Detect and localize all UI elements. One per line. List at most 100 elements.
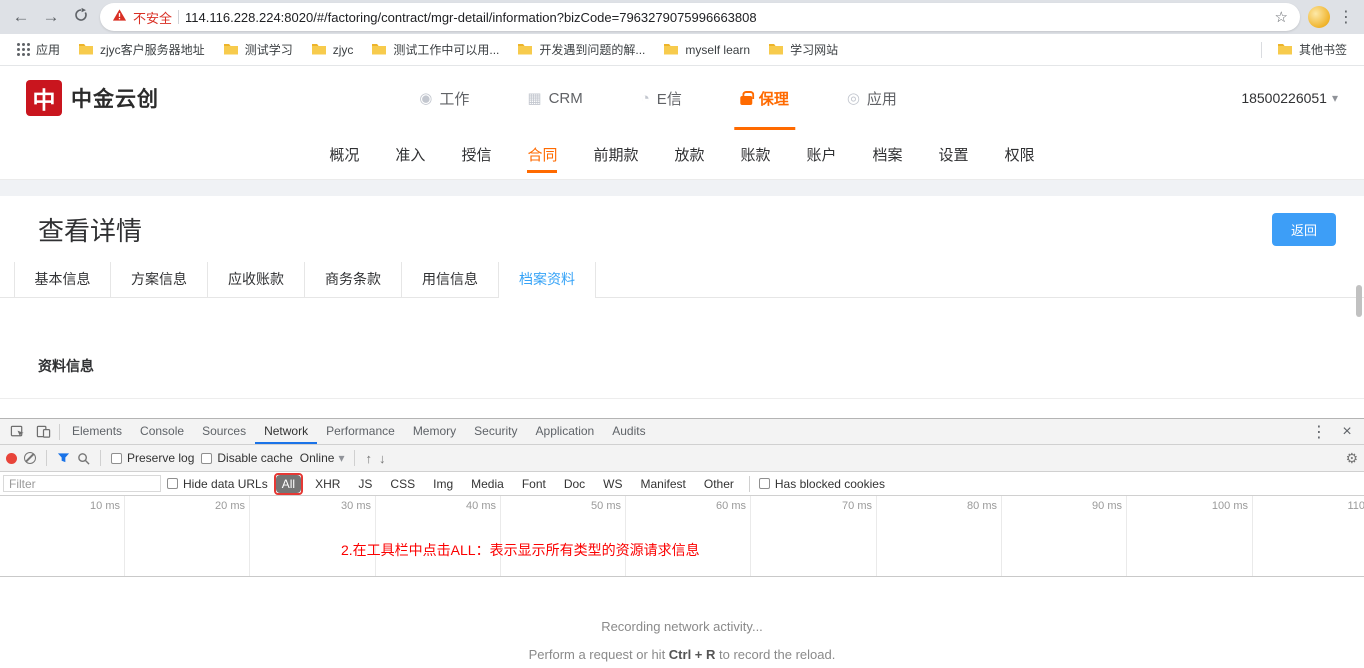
hide-data-urls-label[interactable]: Hide data URLs: [183, 477, 268, 491]
back-button[interactable]: 返回: [1271, 212, 1336, 246]
nav-item-apps[interactable]: 应用: [847, 66, 897, 130]
bookmark-folder[interactable]: zjyc客户服务器地址: [71, 38, 212, 61]
filter-pill-css[interactable]: CSS: [384, 475, 421, 493]
network-filter-input[interactable]: [3, 475, 161, 492]
folder-icon: [78, 42, 94, 58]
devtools-divider: [59, 423, 60, 440]
timeline-tick: 110: [1347, 500, 1364, 512]
devtools-menu-icon[interactable]: [1306, 422, 1332, 442]
filter-pill-all[interactable]: All: [275, 474, 302, 493]
nav-item-crm[interactable]: CRM: [527, 66, 583, 130]
bookmark-folder[interactable]: 开发遇到问题的解...: [510, 38, 652, 61]
devtools-tab-elements[interactable]: Elements: [63, 419, 131, 444]
work-icon: [419, 89, 432, 107]
network-timeline[interactable]: 10 ms 20 ms 30 ms 40 ms 50 ms 60 ms 70 m…: [0, 496, 1364, 577]
devtools-tab-performance[interactable]: Performance: [317, 419, 404, 444]
nav-item-work[interactable]: 工作: [419, 66, 469, 130]
filter-pill-ws[interactable]: WS: [597, 475, 628, 493]
devtools-tab-sources[interactable]: Sources: [193, 419, 255, 444]
devtools-tab-application[interactable]: Application: [527, 419, 604, 444]
security-label[interactable]: 不安全: [133, 8, 172, 27]
forward-icon[interactable]: [40, 7, 62, 27]
filter-pill-img[interactable]: Img: [427, 475, 459, 493]
other-bookmarks[interactable]: 其他书签: [1270, 38, 1354, 61]
devtools-close-icon[interactable]: [1334, 423, 1360, 441]
filter-pill-manifest[interactable]: Manifest: [635, 475, 692, 493]
hide-data-urls-checkbox[interactable]: [167, 478, 178, 489]
devtools-tab-console[interactable]: Console: [131, 419, 193, 444]
network-settings-icon[interactable]: [1345, 450, 1358, 467]
timeline-tick: 90 ms: [1092, 500, 1122, 512]
nav-item-exin[interactable]: E信: [641, 66, 682, 130]
security-warning-icon[interactable]: [112, 8, 127, 27]
tab-business-terms[interactable]: 商务条款: [305, 262, 402, 297]
sub-nav-admission[interactable]: 准入: [395, 130, 425, 179]
bookmark-folder[interactable]: myself learn: [656, 39, 757, 61]
bookmark-folder[interactable]: 测试学习: [216, 38, 300, 61]
browser-menu-icon[interactable]: [1338, 7, 1354, 27]
apps-shortcut[interactable]: 应用: [10, 38, 67, 61]
sub-nav-permissions[interactable]: 权限: [1005, 130, 1035, 179]
devtools-tab-network[interactable]: Network: [255, 419, 317, 444]
device-toolbar-icon[interactable]: [30, 419, 56, 444]
clear-icon[interactable]: [24, 452, 36, 464]
account-number: 18500226051: [1241, 90, 1327, 106]
bookmark-folder[interactable]: zjyc: [304, 39, 361, 61]
sub-nav-prepayment[interactable]: 前期款: [593, 130, 638, 179]
has-blocked-cookies-label[interactable]: Has blocked cookies: [775, 477, 885, 491]
bookmarks-bar: 应用 zjyc客户服务器地址 测试学习 zjyc 测试工作中可以用... 开发遇…: [0, 34, 1364, 66]
has-blocked-cookies-checkbox[interactable]: [758, 478, 770, 489]
filter-pill-js[interactable]: JS: [352, 475, 378, 493]
tab-plan-info[interactable]: 方案信息: [111, 262, 208, 297]
sub-nav-archives[interactable]: 档案: [873, 130, 903, 179]
reload-icon[interactable]: [70, 7, 92, 28]
nav-item-factoring[interactable]: 保理: [733, 66, 795, 130]
page-scrollbar-thumb[interactable]: [1356, 285, 1362, 317]
profile-avatar[interactable]: [1308, 6, 1330, 28]
url-text[interactable]: 114.116.228.224:8020/#/factoring/contrac…: [185, 10, 1269, 25]
folder-icon: [1277, 42, 1293, 58]
sub-nav-credit[interactable]: 授信: [461, 130, 491, 179]
back-icon[interactable]: [10, 7, 32, 27]
filter-pill-xhr[interactable]: XHR: [309, 475, 346, 493]
filter-pill-font[interactable]: Font: [516, 475, 552, 493]
sub-nav-receivables[interactable]: 账款: [741, 130, 771, 179]
filter-pill-other[interactable]: Other: [698, 475, 740, 493]
address-bar[interactable]: 不安全 114.116.228.224:8020/#/factoring/con…: [100, 3, 1300, 31]
devtools-tab-audits[interactable]: Audits: [603, 419, 654, 444]
import-har-icon[interactable]: [379, 451, 386, 466]
bookmark-star-icon[interactable]: [1275, 8, 1288, 26]
preserve-log-checkbox[interactable]: [111, 452, 122, 464]
tab-basic-info[interactable]: 基本信息: [14, 262, 111, 297]
throttling-dropdown[interactable]: Online: [300, 451, 345, 465]
filter-pill-doc[interactable]: Doc: [558, 475, 591, 493]
devtools-tab-memory[interactable]: Memory: [404, 419, 465, 444]
preserve-log-label[interactable]: Preserve log: [127, 451, 194, 465]
search-icon[interactable]: [77, 452, 90, 465]
record-button[interactable]: [6, 452, 17, 464]
sub-nav-settings[interactable]: 设置: [939, 130, 969, 179]
account-menu[interactable]: 18500226051: [1241, 90, 1338, 106]
disable-cache-label[interactable]: Disable cache: [217, 451, 292, 465]
apps-label: 应用: [36, 43, 61, 57]
sub-nav-loan[interactable]: 放款: [674, 130, 704, 179]
sub-nav-contract[interactable]: 合同: [527, 130, 558, 179]
sub-nav-overview[interactable]: 概况: [329, 130, 359, 179]
tab-archive-materials[interactable]: 档案资料: [499, 262, 596, 298]
bookmark-folder[interactable]: 学习网站: [761, 38, 845, 61]
tab-receivables[interactable]: 应收账款: [208, 262, 305, 297]
disable-cache-checkbox[interactable]: [201, 452, 213, 464]
sub-nav-accounts[interactable]: 账户: [807, 130, 837, 179]
folder-icon: [371, 42, 387, 58]
export-har-icon[interactable]: [365, 451, 372, 466]
network-filterbar: Hide data URLs All XHR JS CSS Img Media …: [0, 472, 1364, 496]
inspect-element-icon[interactable]: [4, 419, 30, 444]
filter-funnel-icon[interactable]: [57, 452, 70, 464]
filter-pill-media[interactable]: Media: [465, 475, 510, 493]
browser-toolbar: 不安全 114.116.228.224:8020/#/factoring/con…: [0, 0, 1364, 34]
devtools-tab-security[interactable]: Security: [465, 419, 526, 444]
site-logo[interactable]: 中 中金云创: [26, 80, 159, 116]
bookmark-folder[interactable]: 测试工作中可以用...: [364, 38, 506, 61]
bookmarks-divider: [1260, 41, 1262, 58]
tab-credit-info[interactable]: 用信信息: [402, 262, 499, 297]
